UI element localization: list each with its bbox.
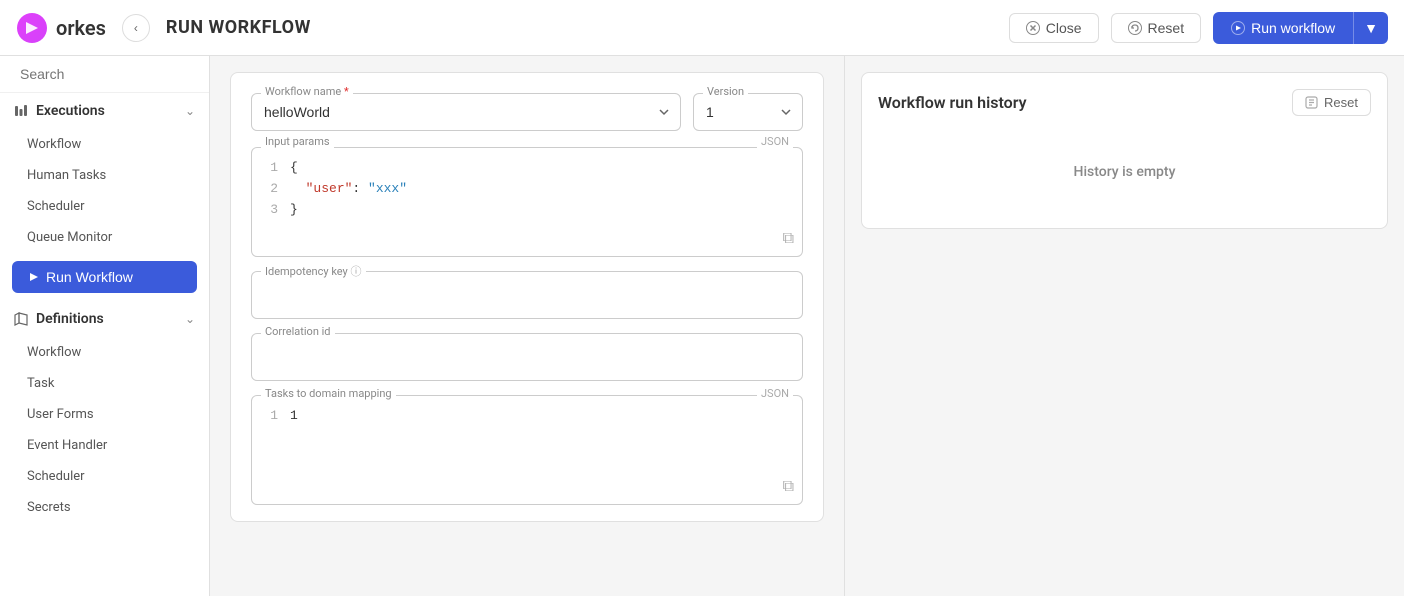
- history-card: Workflow run history Reset History is em…: [861, 72, 1388, 229]
- code-line-1: 1 {: [262, 158, 792, 179]
- history-empty-message: History is empty: [878, 132, 1371, 212]
- definitions-nav: Workflow Task User Forms Event Handler S…: [0, 337, 209, 523]
- tasks-domain-editor[interactable]: 1 1 ⧉: [251, 395, 803, 505]
- executions-icon: [14, 104, 28, 118]
- sidebar-run-workflow-label: Run Workflow: [46, 269, 133, 285]
- run-workflow-button[interactable]: Run workflow ▼: [1213, 12, 1388, 44]
- input-params-json-label: JSON: [757, 135, 793, 148]
- header-reset-button[interactable]: Reset: [1111, 13, 1202, 43]
- close-label: Close: [1046, 20, 1082, 36]
- sidebar-item-scheduler-def[interactable]: Scheduler: [0, 461, 209, 492]
- back-button[interactable]: ‹: [122, 14, 150, 42]
- history-title: Workflow run history: [878, 93, 1027, 112]
- sidebar-item-secrets[interactable]: Secrets: [0, 492, 209, 523]
- header-reset-label: Reset: [1148, 20, 1185, 36]
- sidebar-item-human-tasks[interactable]: Human Tasks: [0, 160, 209, 191]
- sidebar-item-queue-monitor[interactable]: Queue Monitor: [0, 222, 209, 253]
- sidebar: ⌘ K Executions ⌄ Workflow Human Tasks Sc…: [0, 56, 210, 596]
- input-params-label: Input params: [261, 135, 334, 148]
- idempotency-info-icon: ⓘ: [351, 265, 362, 278]
- logo-text: orkes: [56, 16, 106, 40]
- sidebar-item-event-handler[interactable]: Event Handler: [0, 430, 209, 461]
- idempotency-key-label: Idempotency key ⓘ: [261, 263, 366, 279]
- run-workflow-main-button[interactable]: Run workflow: [1213, 12, 1353, 44]
- app-header: orkes ‹ RUN WORKFLOW Close Reset: [0, 0, 1404, 56]
- sidebar-item-scheduler-exec[interactable]: Scheduler: [0, 191, 209, 222]
- correlation-id-input[interactable]: [251, 333, 803, 381]
- history-reset-button[interactable]: Reset: [1292, 89, 1371, 116]
- workflow-name-label: Workflow name *: [261, 85, 353, 98]
- executions-chevron: ⌄: [185, 104, 195, 118]
- executions-title: Executions: [36, 103, 105, 119]
- sidebar-item-task[interactable]: Task: [0, 368, 209, 399]
- sidebar-item-user-forms[interactable]: User Forms: [0, 399, 209, 430]
- executions-nav: Workflow Human Tasks Scheduler Queue Mon…: [0, 129, 209, 253]
- definitions-icon: [14, 312, 28, 326]
- history-reset-icon: [1305, 96, 1318, 109]
- orkes-logo-icon: [16, 12, 48, 44]
- header-actions: Close Reset Run workflow ▼: [1009, 12, 1388, 44]
- sidebar-run-workflow-button[interactable]: Run Workflow: [12, 261, 197, 293]
- tasks-code-line-1: 1 1: [262, 406, 792, 427]
- logo: orkes: [16, 12, 106, 44]
- tasks-to-domain-label: Tasks to domain mapping: [261, 387, 396, 400]
- main-layout: ⌘ K Executions ⌄ Workflow Human Tasks Sc…: [0, 56, 1404, 596]
- copy-tasks-domain-icon[interactable]: ⧉: [783, 478, 794, 496]
- history-panel: Workflow run history Reset History is em…: [844, 56, 1404, 596]
- workflow-name-version-row: Workflow name * helloWorld Version 1: [251, 93, 803, 131]
- reset-icon: [1128, 21, 1142, 35]
- page-title: RUN WORKFLOW: [166, 17, 993, 38]
- play-icon: [1231, 21, 1245, 35]
- close-icon: [1026, 21, 1040, 35]
- workflow-name-field-group: Workflow name * helloWorld: [251, 93, 681, 131]
- version-field-group: Version 1: [693, 93, 803, 131]
- run-workflow-dropdown-button[interactable]: ▼: [1353, 12, 1388, 44]
- close-button[interactable]: Close: [1009, 13, 1099, 43]
- code-line-2: 2 "user": "xxx": [262, 179, 792, 200]
- history-header: Workflow run history Reset: [878, 89, 1371, 116]
- sidebar-play-icon: [28, 271, 40, 283]
- copy-input-params-icon[interactable]: ⧉: [783, 230, 794, 248]
- content-area: Workflow name * helloWorld Version 1: [210, 56, 1404, 596]
- sidebar-item-workflow-exec[interactable]: Workflow: [0, 129, 209, 160]
- definitions-title: Definitions: [36, 311, 104, 327]
- history-reset-label: Reset: [1324, 95, 1358, 110]
- code-line-3: 3 }: [262, 200, 792, 221]
- executions-section-header[interactable]: Executions ⌄: [0, 93, 209, 129]
- version-label: Version: [703, 85, 748, 98]
- sidebar-item-workflow-def[interactable]: Workflow: [0, 337, 209, 368]
- version-select[interactable]: 1: [693, 93, 803, 131]
- form-panel: Workflow name * helloWorld Version 1: [210, 56, 844, 596]
- workflow-name-select[interactable]: helloWorld: [251, 93, 681, 131]
- search-input[interactable]: [20, 66, 201, 82]
- definitions-chevron: ⌄: [185, 312, 195, 326]
- run-workflow-label: Run workflow: [1251, 20, 1335, 36]
- correlation-id-label: Correlation id: [261, 325, 335, 338]
- definitions-section-header[interactable]: Definitions ⌄: [0, 301, 209, 337]
- tasks-json-label: JSON: [757, 387, 793, 400]
- input-params-editor[interactable]: 1 { 2 "user": "xxx" 3 } ⧉: [251, 147, 803, 257]
- search-bar: ⌘ K: [0, 56, 209, 93]
